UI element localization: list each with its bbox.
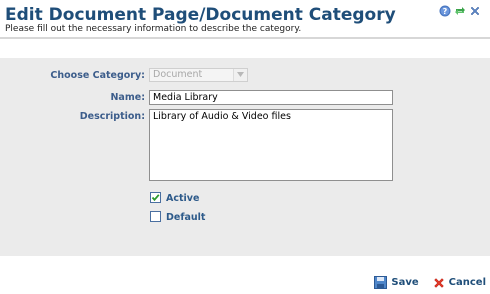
active-checkbox[interactable] <box>150 192 161 203</box>
footer-actions: Save Cancel <box>360 276 486 289</box>
default-checkbox[interactable] <box>150 211 161 222</box>
category-form: Choose Category: Document Name: Media Li… <box>0 58 490 256</box>
page-subtitle: Please fill out the necessary informatio… <box>5 24 302 34</box>
save-icon <box>374 276 388 289</box>
page-title: Edit Document Page/Document Category <box>5 5 396 25</box>
category-select[interactable]: Document <box>149 68 248 82</box>
refresh-icon[interactable] <box>454 5 466 17</box>
help-icon[interactable]: ? <box>439 5 451 17</box>
name-label: Name: <box>110 92 145 103</box>
checkmark-icon <box>151 194 160 202</box>
category-select-value: Document <box>153 69 203 80</box>
description-label: Description: <box>79 111 145 122</box>
active-label: Active <box>166 193 200 204</box>
cancel-button[interactable]: Cancel <box>433 277 486 289</box>
category-label: Choose Category: <box>50 70 145 81</box>
close-icon[interactable] <box>469 5 481 17</box>
header-toolbar: ? <box>439 5 481 17</box>
save-label: Save <box>391 277 419 288</box>
description-field[interactable]: Library of Audio & Video files <box>149 109 393 181</box>
cancel-icon <box>433 277 444 288</box>
cancel-label: Cancel <box>448 277 486 288</box>
svg-text:?: ? <box>443 7 448 16</box>
chevron-down-icon[interactable] <box>233 69 247 81</box>
header-divider <box>0 37 490 39</box>
default-label: Default <box>166 212 206 223</box>
name-field[interactable]: Media Library <box>149 90 393 105</box>
save-button[interactable]: Save <box>374 276 419 289</box>
